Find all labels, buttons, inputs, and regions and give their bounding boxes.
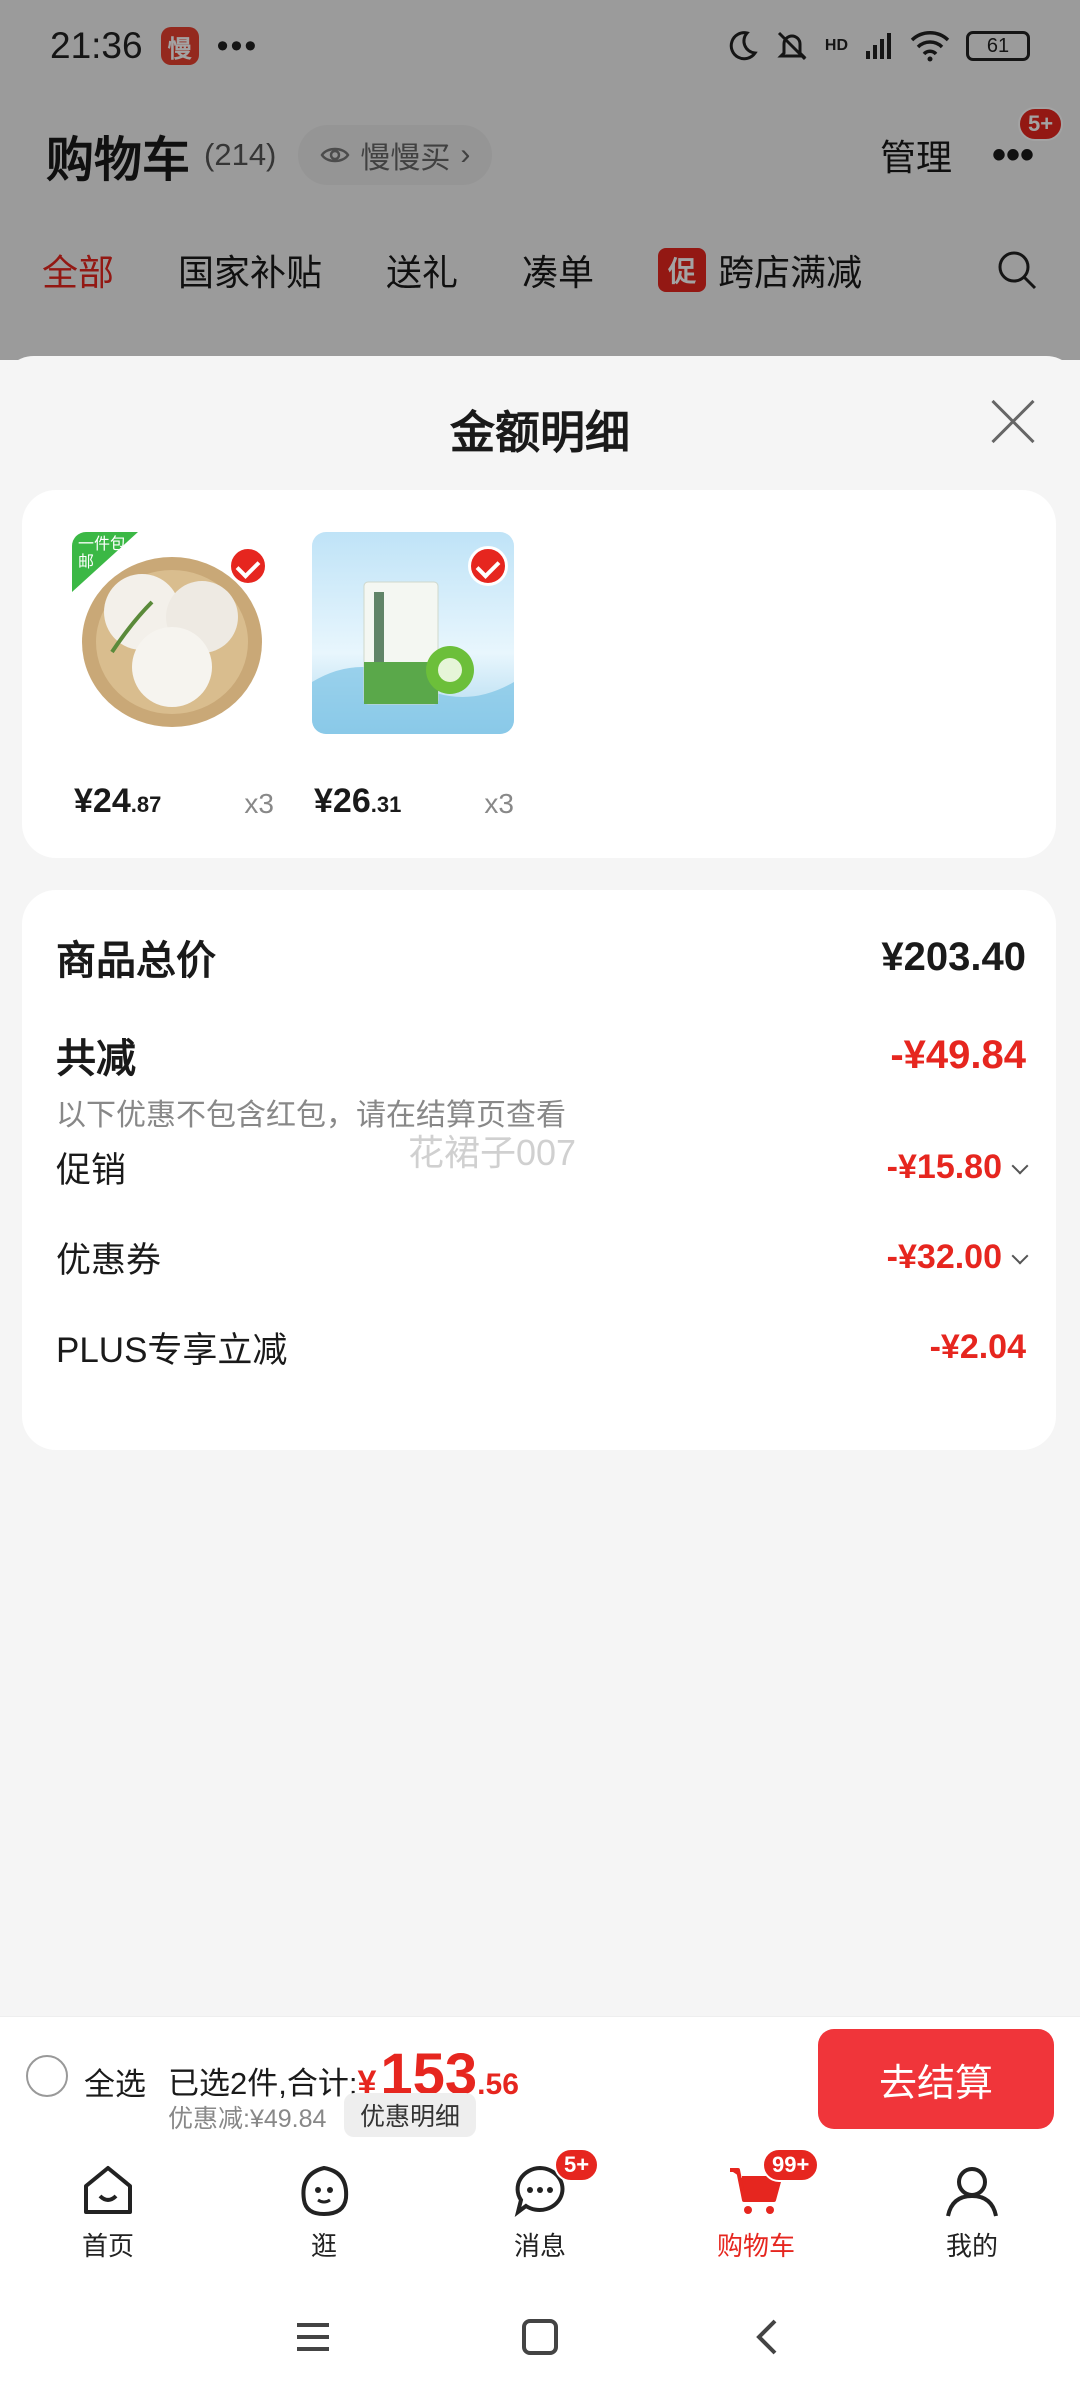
coconut-water-box-image: [312, 532, 514, 734]
coupon-row[interactable]: 优惠券 -¥32.00: [56, 1232, 1029, 1283]
system-nav-bar: [0, 2274, 1080, 2400]
product-item[interactable]: 一件包邮 ¥24.87 x3: [72, 532, 274, 820]
checkout-button[interactable]: 去结算: [818, 2029, 1054, 2129]
nav-browse[interactable]: 逛: [216, 2144, 432, 2274]
bottom-nav: 首页 逛 消息 5+ 购物车 99+ 我的: [0, 2144, 1080, 2274]
overlay-scrim[interactable]: [0, 0, 1080, 360]
close-icon[interactable]: [988, 398, 1036, 446]
plus-discount-row: PLUS专享立减 -¥2.04: [56, 1322, 1026, 1373]
total-reduce-value: -¥49.84: [890, 1032, 1026, 1077]
promotion-value: -¥15.80: [886, 1148, 1002, 1186]
nav-messages-label: 消息: [513, 2231, 566, 2261]
product-item[interactable]: ¥26.31 x3: [312, 532, 514, 820]
messages-badge: 5+: [554, 2148, 600, 2182]
browse-icon: [301, 2165, 349, 2217]
nav-cart-label: 购物车: [716, 2231, 795, 2261]
total-decimal: .56: [477, 2068, 519, 2101]
total-price-value: ¥203.40: [881, 934, 1026, 979]
product-card: 一件包邮 ¥24.87 x3 ¥26.31 x3: [22, 490, 1056, 858]
select-all-radio[interactable]: [26, 2055, 68, 2097]
nav-browse-label: 逛: [310, 2231, 337, 2261]
product-quantity: x3: [244, 788, 274, 819]
product-price: ¥24.87: [74, 782, 162, 820]
plus-discount-value: -¥2.04: [929, 1328, 1026, 1366]
watermark: 花裙子007: [408, 1132, 577, 1173]
chevron-down-icon: [1011, 1157, 1029, 1175]
promotion-value-wrap: -¥15.80: [886, 1148, 1029, 1187]
chevron-down-icon: [1011, 1247, 1029, 1265]
home-icon: [84, 2166, 132, 2214]
selected-check-icon[interactable]: [468, 546, 508, 586]
page: 21:36 慢 ••• HD 61 购物车 (214) 慢慢买 › 管理 •••…: [0, 0, 1080, 2400]
coconut-image: 一件包邮: [72, 532, 274, 734]
nav-home-label: 首页: [81, 2231, 134, 2261]
total-price-row: 商品总价 ¥203.40: [56, 928, 1026, 986]
saved-amount: 优惠减:¥49.84: [168, 2105, 327, 2133]
total-price-label: 商品总价: [56, 939, 216, 983]
nav-profile-label: 我的: [945, 2231, 998, 2261]
total-reduce-row: 共减 -¥49.84: [56, 1026, 1026, 1084]
select-all-label[interactable]: 全选: [84, 2059, 146, 2104]
recent-apps-icon[interactable]: [293, 2317, 333, 2357]
amount-detail-sheet: 金额明细 一件包邮 ¥24.87 x3 ¥26.31 x3 商品总价 ¥203.…: [0, 356, 1080, 2016]
plus-discount-label: PLUS专享立减: [56, 1331, 288, 1370]
total-reduce-label: 共减: [56, 1037, 136, 1081]
coupon-value: -¥32.00: [886, 1238, 1002, 1276]
profile-icon: [946, 2167, 998, 2217]
home-button-icon[interactable]: [520, 2317, 560, 2357]
nav-messages[interactable]: 消息 5+: [432, 2144, 648, 2274]
nav-profile[interactable]: 我的: [864, 2144, 1080, 2274]
cart-badge: 99+: [762, 2148, 820, 2182]
back-icon[interactable]: [747, 2317, 787, 2357]
product-quantity: x3: [484, 788, 514, 819]
promotion-label: 促销: [56, 1151, 127, 1190]
coupon-value-wrap: -¥32.00: [886, 1238, 1029, 1277]
product-price: ¥26.31: [314, 782, 402, 820]
selected-check-icon[interactable]: [228, 546, 268, 586]
coupon-label: 优惠券: [56, 1241, 162, 1280]
discount-detail-button[interactable]: 优惠明细: [344, 2093, 477, 2137]
nav-cart[interactable]: 购物车 99+: [648, 2144, 864, 2274]
sheet-title: 金额明细: [449, 407, 630, 458]
nav-home[interactable]: 首页: [0, 2144, 216, 2274]
summary-label: 已选2件,合计:: [168, 2066, 358, 2101]
checkout-bar: 全选 已选2件,合计: ¥ 153 .56 优惠减:¥49.84 优惠明细 去结…: [0, 2016, 1080, 2144]
